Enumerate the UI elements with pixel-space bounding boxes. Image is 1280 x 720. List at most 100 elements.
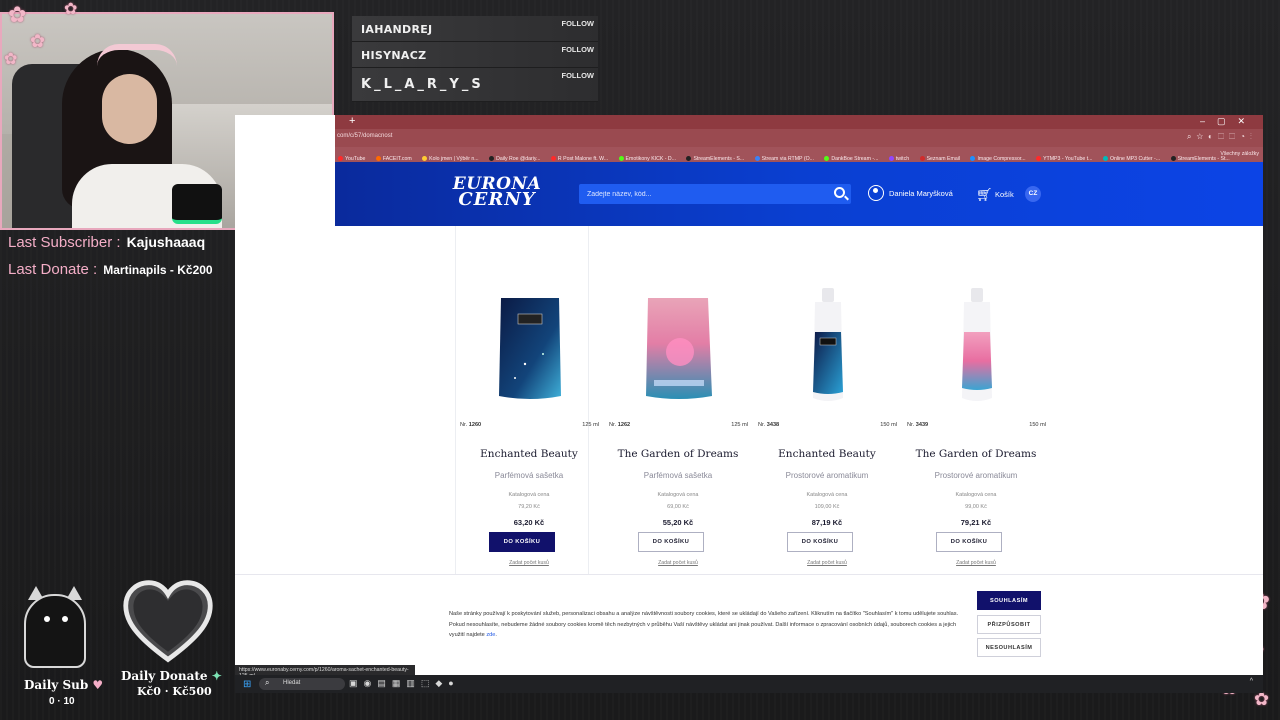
daily-donate-label: Daily Donate ✦ — [121, 669, 222, 683]
add-to-cart-button[interactable]: DO KOŠÍKU — [638, 532, 704, 552]
daily-donate-value: Kč0 · Kč500 — [137, 685, 212, 698]
cookie-info-link[interactable]: zde — [486, 632, 495, 638]
last-donate-label: Last Donate : — [8, 261, 98, 278]
catalog-price-label: Katalogová cena — [806, 492, 848, 498]
catalog-price: 99,00 Kč — [965, 504, 987, 510]
new-tab-icon[interactable]: + — [349, 115, 355, 127]
product-image[interactable] — [634, 288, 724, 408]
windows-taskbar: ⊞ Hledat ▣◉▤▦▥⬚◆● ^ — [235, 675, 1263, 693]
product-number: Nr. 3439 — [907, 422, 929, 428]
product-name[interactable]: Enchanted Beauty — [753, 448, 901, 460]
product-name[interactable]: Enchanted Beauty — [455, 448, 603, 460]
microphone — [172, 184, 222, 224]
cherry-blossom-icon: ✿ — [4, 51, 18, 68]
add-to-cart-button[interactable]: DO KOŠÍKU — [936, 532, 1002, 552]
daily-sub-label: Daily Sub ♥ — [24, 678, 104, 692]
address-bar[interactable]: com/c/57/domacnost ⌕☆◐⬚⬚◔⋮ — [335, 129, 1263, 147]
daily-sub-value: 0 · 10 — [49, 696, 75, 707]
url-text[interactable]: com/c/57/domacnost — [337, 133, 392, 139]
follow-badge: FOLLOW — [561, 19, 595, 28]
search-input[interactable] — [587, 188, 817, 200]
product-name[interactable]: The Garden of Dreams — [902, 448, 1050, 460]
user-name: Daniela Maryšková — [889, 189, 953, 198]
product-type: Parfémová sašetka — [494, 471, 564, 480]
product-volume: 150 ml — [1029, 422, 1046, 428]
product-image[interactable] — [932, 288, 1022, 408]
catalog-price-label: Katalogová cena — [508, 492, 550, 498]
taskbar-apps[interactable]: ▣◉▤▦▥⬚◆● — [349, 678, 460, 689]
product-card: Nr. 1262 125 ml The Garden of Dreams Par… — [604, 226, 752, 576]
product-card: Nr. 3439 150 ml The Garden of Dreams Pro… — [902, 226, 1050, 576]
cookie-accept-button[interactable]: SOUHLASÍM — [977, 591, 1041, 610]
cart-label: Košík — [995, 190, 1014, 199]
browser-tab-bar: + –▢✕ — [335, 115, 1263, 129]
product-price: 87,19 Kč — [811, 518, 843, 527]
set-quantity-link[interactable]: Zadat počet kusů — [902, 560, 1050, 566]
set-quantity-link[interactable]: Zadat počet kusů — [604, 560, 752, 566]
product-volume: 150 ml — [880, 422, 897, 428]
search-icon[interactable] — [834, 187, 845, 198]
bookmarks-bar: YouTube FACEIT.com Kolo jmen | Výběr n..… — [335, 147, 1263, 162]
catalog-price-label: Katalogová cena — [657, 492, 699, 498]
cherry-blossom-icon: ✿ — [8, 2, 27, 27]
product-price: 55,20 Kč — [662, 518, 694, 527]
product-image[interactable] — [485, 288, 575, 408]
product-volume: 125 ml — [731, 422, 748, 428]
browser-toolbar-icons[interactable]: ⌕☆◐⬚⬚◔⋮ — [1187, 132, 1257, 142]
cherry-blossom-icon: ✿ — [30, 31, 46, 51]
windows-start-icon[interactable]: ⊞ — [243, 679, 251, 690]
follower-item: IAHANDREJ FOLLOW — [352, 16, 598, 42]
product-name[interactable]: The Garden of Dreams — [604, 448, 752, 460]
product-number: Nr. 1262 — [609, 422, 631, 428]
product-card: Nr. 3438 150 ml Enchanted Beauty Prostor… — [753, 226, 901, 576]
bunny-ears-headband — [97, 44, 177, 66]
set-quantity-link[interactable]: Zadat počet kusů — [455, 560, 603, 566]
follower-item: K_L_A_R_Y_S FOLLOW — [352, 68, 598, 102]
product-type: Prostorové aromatikum — [785, 471, 869, 480]
last-donate: Last Donate : Martinapils - Kč200 — [8, 261, 213, 278]
last-subscriber-value: Kajushaaaq — [126, 234, 206, 250]
cookie-banner: Naše stránky používají k poskytování slu… — [235, 574, 1263, 675]
product-card: Nr. 1260 125 ml Enchanted Beauty Parfémo… — [455, 226, 603, 576]
window-controls[interactable]: –▢✕ — [1200, 116, 1257, 127]
follow-badge: FOLLOW — [561, 71, 595, 80]
all-bookmarks-link[interactable]: Všechny záložky — [1220, 151, 1259, 157]
add-to-cart-button[interactable]: DO KOŠÍKU — [787, 532, 853, 552]
follow-badge: FOLLOW — [561, 45, 595, 54]
follower-item: HISYNACZ FOLLOW — [352, 42, 598, 68]
product-image[interactable] — [783, 288, 873, 408]
cherry-blossom-icon: ✿ — [64, 1, 78, 18]
site-search — [579, 184, 851, 204]
status-url: https://www.euronaby.cerny.com/p/1260/ar… — [235, 665, 415, 675]
language-switch[interactable]: CZ — [1025, 186, 1041, 202]
catalog-price: 79,20 Kč — [518, 504, 540, 510]
cookie-text: Naše stránky používají k poskytování slu… — [449, 611, 959, 638]
product-type: Prostorové aromatikum — [934, 471, 1018, 480]
catalog-price: 109,00 Kč — [814, 504, 840, 510]
ghost-cat-icon — [14, 582, 94, 672]
system-tray[interactable]: ^ — [1250, 678, 1253, 685]
eurona-logo[interactable]: EURONA CERNY — [447, 176, 547, 209]
last-subscriber-label: Last Subscriber : — [8, 234, 121, 251]
cookie-customize-button[interactable]: PŘIZPŮSOBIT — [977, 615, 1041, 634]
browser-window: + –▢✕ com/c/57/domacnost ⌕☆◐⬚⬚◔⋮ YouTube… — [235, 115, 1263, 675]
cookie-decline-button[interactable]: NESOUHLASÍM — [977, 638, 1041, 657]
product-volume: 125 ml — [582, 422, 599, 428]
follower-feed: IAHANDREJ FOLLOW HISYNACZ FOLLOW K_L_A_R… — [352, 16, 598, 102]
catalog-price: 69,00 Kč — [667, 504, 689, 510]
product-price: 63,20 Kč — [513, 518, 545, 527]
product-number: Nr. 3438 — [758, 422, 780, 428]
product-price: 79,21 Kč — [960, 518, 992, 527]
product-type: Parfémová sašetka — [643, 471, 713, 480]
follower-name: K_L_A_R_Y_S — [361, 77, 484, 92]
catalog-price-label: Katalogová cena — [955, 492, 997, 498]
last-subscriber: Last Subscriber : Kajushaaaq — [8, 234, 205, 251]
taskbar-search[interactable]: Hledat — [259, 678, 345, 690]
follower-name: IAHANDREJ — [361, 23, 433, 36]
add-to-cart-button[interactable]: DO KOŠÍKU — [489, 532, 555, 552]
site-header: EURONA CERNY Daniela Maryšková 🛒︎ Košík … — [335, 162, 1263, 226]
cart-icon: 🛒︎ — [976, 187, 993, 202]
user-icon — [868, 185, 884, 201]
set-quantity-link[interactable]: Zadat počet kusů — [753, 560, 901, 566]
follower-name: HISYNACZ — [361, 49, 427, 62]
